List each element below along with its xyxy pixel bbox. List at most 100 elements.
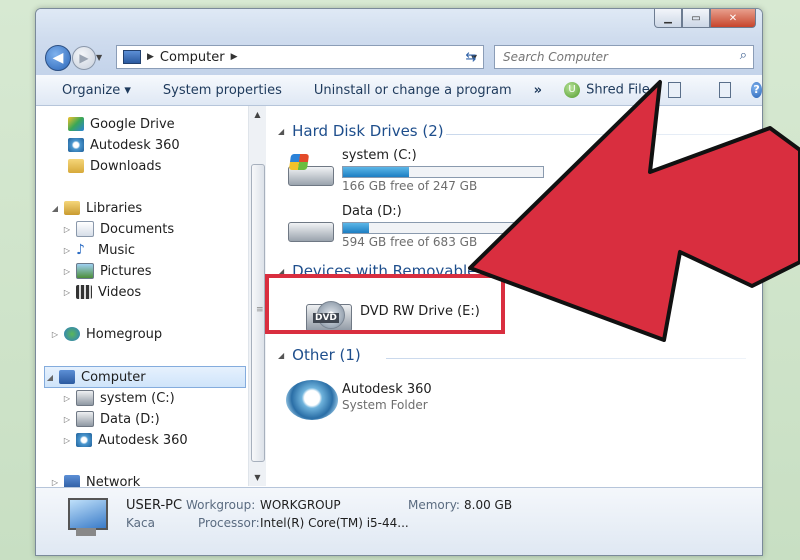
nav-libraries[interactable]: ◢ Libraries bbox=[50, 198, 142, 218]
computer-icon bbox=[123, 50, 141, 64]
nav-autodesk-360-drive[interactable]: ▷ Autodesk 360 bbox=[62, 430, 188, 450]
nav-label: Autodesk 360 bbox=[90, 137, 180, 153]
nav-computer[interactable]: ◢ Computer bbox=[44, 366, 246, 388]
dvd-highlight-frame bbox=[265, 274, 505, 334]
recent-pages-dropdown[interactable]: ▼ bbox=[96, 53, 102, 62]
nav-autodesk-360[interactable]: Autodesk 360 bbox=[64, 135, 180, 155]
drive-free-space: 166 GB free of 247 GB bbox=[342, 179, 478, 193]
item-autodesk-360[interactable]: Autodesk 360 System Folder bbox=[286, 374, 586, 424]
expand-arrow-icon[interactable]: ▷ bbox=[50, 330, 60, 339]
nav-pictures[interactable]: ▷ Pictures bbox=[62, 261, 151, 281]
expand-arrow-icon[interactable]: ▷ bbox=[62, 288, 72, 297]
uninstall-program-button[interactable]: Uninstall or change a program bbox=[292, 83, 522, 98]
group-divider bbox=[446, 134, 746, 135]
nav-system-c[interactable]: ▷ system (C:) bbox=[62, 388, 175, 408]
forward-button[interactable]: ▶ bbox=[72, 46, 96, 70]
scroll-thumb[interactable]: ≡ bbox=[251, 164, 265, 462]
shred-file-label: Shred File bbox=[586, 82, 650, 98]
nav-scrollbar[interactable]: ▲ ≡ ▼ bbox=[248, 106, 266, 486]
more-commands-button[interactable]: » bbox=[522, 83, 554, 98]
system-drive-icon bbox=[76, 390, 94, 406]
breadcrumb-separator-icon[interactable]: ▶ bbox=[147, 52, 154, 62]
expand-arrow-icon[interactable]: ▷ bbox=[62, 225, 72, 234]
nav-homegroup[interactable]: ▷ Homegroup bbox=[50, 324, 162, 344]
nav-label: Google Drive bbox=[90, 116, 175, 132]
google-drive-icon bbox=[68, 117, 84, 131]
grip-icon: ≡ bbox=[256, 305, 264, 315]
nav-label: Homegroup bbox=[86, 326, 163, 342]
music-icon: ♪ bbox=[76, 242, 85, 258]
title-bar: ▁ ▭ ✕ bbox=[36, 9, 762, 39]
documents-icon bbox=[76, 221, 94, 237]
close-button[interactable]: ✕ bbox=[710, 9, 756, 28]
autodesk-360-icon bbox=[76, 433, 92, 447]
minimize-button[interactable]: ▁ bbox=[654, 9, 682, 28]
forward-arrow-icon: ▶ bbox=[79, 51, 89, 65]
drive-name: system (C:) bbox=[342, 148, 417, 163]
shred-icon: U bbox=[564, 82, 581, 98]
computer-icon bbox=[59, 370, 75, 384]
breadcrumb-chevron-icon[interactable]: ▶ bbox=[231, 52, 238, 62]
collapse-arrow-icon[interactable]: ◢ bbox=[45, 373, 55, 382]
scroll-down-icon[interactable]: ▼ bbox=[249, 469, 266, 486]
back-button[interactable]: ◀ bbox=[45, 45, 71, 71]
nav-label: Computer bbox=[81, 369, 146, 385]
nav-documents[interactable]: ▷ Documents bbox=[62, 219, 174, 239]
autodesk-360-icon bbox=[286, 380, 338, 420]
details-pane: USER-PC Workgroup: WORKGROUP Memory: 8.0… bbox=[36, 487, 762, 555]
item-type: System Folder bbox=[342, 398, 428, 412]
nav-label: system (C:) bbox=[100, 390, 175, 406]
search-box[interactable]: ⌕ bbox=[494, 45, 754, 69]
group-title: Other (1) bbox=[292, 346, 361, 364]
help-icon[interactable]: ? bbox=[751, 82, 762, 98]
processor-value: Intel(R) Core(TM) i5-44... bbox=[260, 516, 409, 530]
processor-label: Processor: bbox=[198, 516, 260, 530]
computer-name: USER-PC bbox=[126, 498, 183, 513]
collapse-arrow-icon[interactable]: ◢ bbox=[278, 351, 284, 360]
search-icon[interactable]: ⌕ bbox=[740, 48, 747, 63]
system-properties-button[interactable]: System properties bbox=[141, 83, 292, 98]
search-input[interactable] bbox=[501, 49, 725, 65]
nav-label: Data (D:) bbox=[100, 411, 160, 427]
navigation-pane: Google Drive Autodesk 360 Downloads ◢ Li… bbox=[36, 106, 249, 490]
nav-label: Pictures bbox=[100, 263, 152, 279]
drive-system-c[interactable]: system (C:) 166 GB free of 247 GB bbox=[286, 148, 586, 198]
nav-downloads[interactable]: Downloads bbox=[64, 156, 161, 176]
organize-button[interactable]: Organize ▾ bbox=[36, 83, 141, 98]
expand-arrow-icon[interactable]: ▷ bbox=[62, 415, 72, 424]
computer-icon bbox=[64, 498, 112, 538]
workgroup-label: Workgroup: bbox=[186, 498, 256, 512]
nav-music[interactable]: ▷ ♪ Music bbox=[62, 240, 135, 260]
breadcrumb-computer[interactable]: Computer bbox=[160, 50, 225, 65]
maximize-button[interactable]: ▭ bbox=[682, 9, 710, 28]
back-arrow-icon: ◀ bbox=[52, 50, 64, 66]
expand-arrow-icon[interactable]: ▷ bbox=[62, 394, 72, 403]
downloads-icon bbox=[68, 159, 84, 173]
autodesk-360-icon bbox=[68, 138, 84, 152]
group-hard-disk-drives[interactable]: ◢ Hard Disk Drives (2) bbox=[278, 122, 444, 140]
nav-google-drive[interactable]: Google Drive bbox=[64, 114, 175, 134]
view-options-icon[interactable] bbox=[667, 82, 681, 98]
homegroup-icon bbox=[64, 327, 80, 341]
preview-pane-icon[interactable] bbox=[718, 82, 732, 98]
shred-file-button[interactable]: U Shred File bbox=[554, 82, 660, 98]
data-drive-icon bbox=[76, 411, 94, 427]
refresh-button[interactable]: ⇆ bbox=[460, 47, 482, 67]
workgroup-value: WORKGROUP bbox=[260, 498, 341, 512]
libraries-icon bbox=[64, 201, 80, 215]
collapse-arrow-icon[interactable]: ◢ bbox=[50, 204, 60, 213]
nav-videos[interactable]: ▷ Videos bbox=[62, 282, 141, 302]
nav-label: Autodesk 360 bbox=[98, 432, 188, 448]
nav-data-d[interactable]: ▷ Data (D:) bbox=[62, 409, 160, 429]
expand-arrow-icon[interactable]: ▷ bbox=[62, 267, 72, 276]
expand-arrow-icon[interactable]: ▷ bbox=[62, 246, 72, 255]
collapse-arrow-icon[interactable]: ◢ bbox=[278, 127, 284, 136]
scroll-up-icon[interactable]: ▲ bbox=[249, 106, 266, 123]
user-name: Kaca bbox=[126, 516, 155, 530]
group-other[interactable]: ◢ Other (1) bbox=[278, 346, 361, 364]
nav-label: Documents bbox=[100, 221, 175, 237]
expand-arrow-icon[interactable]: ▷ bbox=[62, 436, 72, 445]
address-bar[interactable]: ▶ Computer ▶ ▼ bbox=[116, 45, 484, 69]
drive-data-d[interactable]: Data (D:) 594 GB free of 683 GB bbox=[286, 204, 586, 254]
expand-arrow-icon[interactable]: ▷ bbox=[50, 478, 60, 487]
